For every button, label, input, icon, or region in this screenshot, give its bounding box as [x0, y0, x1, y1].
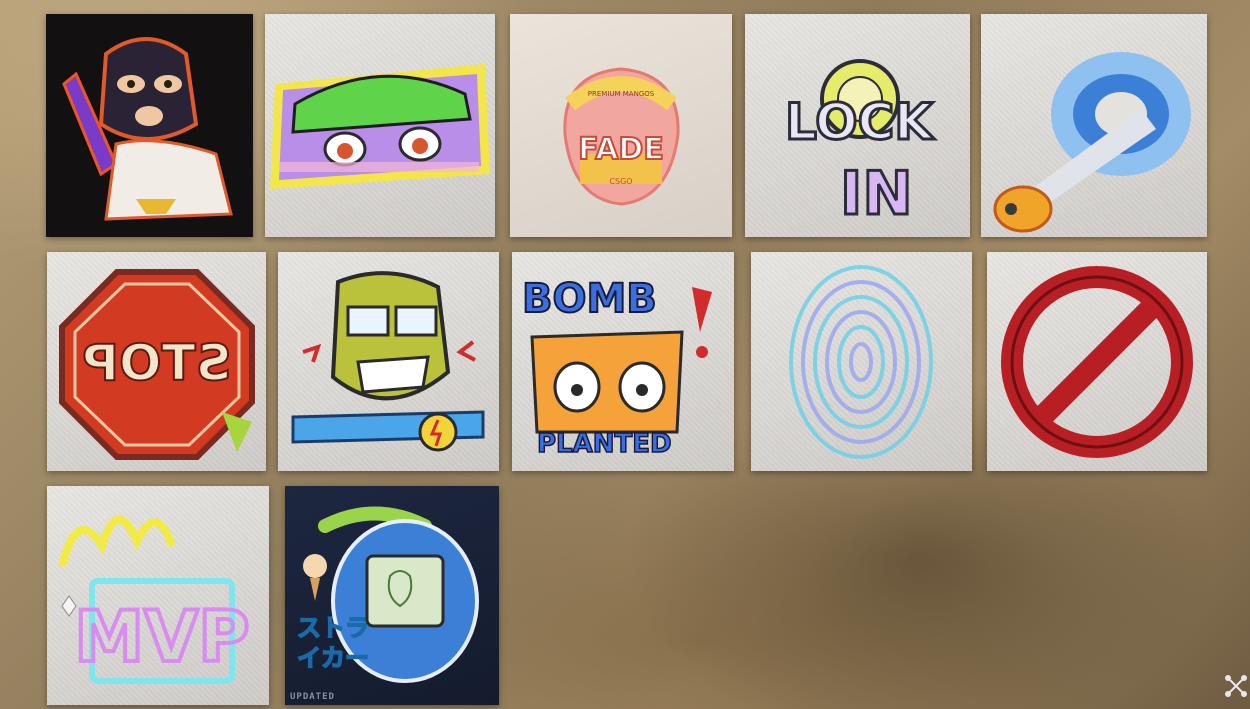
- sticker-tile-stop-sign[interactable]: STOP: [47, 252, 266, 471]
- bomb-label: BOMB: [522, 276, 657, 322]
- bomb-planted-icon: BOMB PLANTED: [521, 275, 712, 460]
- fade-small-text: PREMIUM MANGOS: [588, 90, 655, 98]
- sticker-tile-tamagotchi[interactable]: ストラ イカー UPDATED: [285, 486, 499, 705]
- bullet-smoke-icon: [993, 52, 1191, 233]
- stop-label: STOP: [82, 334, 231, 392]
- in-label: IN: [840, 159, 913, 229]
- fingerprint-icon: [789, 265, 933, 459]
- terrorist-mask-icon: [46, 14, 253, 237]
- sticker-tile-anime-eyes[interactable]: [265, 14, 495, 237]
- updated-badge: UPDATED: [290, 692, 335, 702]
- sticker-tile-bullet-smoke[interactable]: [981, 14, 1207, 237]
- sticker-tile-terrorist[interactable]: [46, 14, 253, 237]
- network-icon: [1222, 672, 1250, 700]
- sticker-tile-angry-face[interactable]: [278, 252, 499, 471]
- mvp-label: MVP: [74, 596, 249, 678]
- anime-eyes-icon: [270, 64, 490, 189]
- sticker-tile-mvp[interactable]: MVP: [47, 486, 269, 705]
- lock-in-icon: LOCK IN: [784, 59, 937, 231]
- tamagotchi-jp-line1: ストラ: [297, 614, 369, 642]
- planted-label: PLANTED: [537, 429, 672, 459]
- fade-mango-icon: PREMIUM MANGOS FADE CSGO: [563, 67, 680, 206]
- angry-face-icon: [291, 271, 485, 452]
- sticker-tile-bomb-planted[interactable]: BOMB PLANTED: [512, 252, 734, 471]
- sticker-tile-no-sign[interactable]: [987, 252, 1207, 471]
- stop-sign-icon: STOP: [59, 269, 255, 460]
- sticker-tile-fingerprint[interactable]: [751, 252, 972, 471]
- fade-sub-text: CSGO: [609, 177, 632, 186]
- sticker-tile-fade[interactable]: PREMIUM MANGOS FADE CSGO: [510, 14, 732, 237]
- lock-label: LOCK: [785, 93, 935, 151]
- no-sign-icon: [1001, 266, 1193, 458]
- mvp-crown-icon: MVP: [58, 515, 252, 684]
- tamagotchi-jp-line2: イカー: [297, 644, 369, 672]
- sticker-tile-lock-in[interactable]: LOCK IN: [745, 14, 970, 237]
- fade-label: FADE: [578, 132, 664, 167]
- tamagotchi-icon: ストラ イカー: [296, 506, 479, 683]
